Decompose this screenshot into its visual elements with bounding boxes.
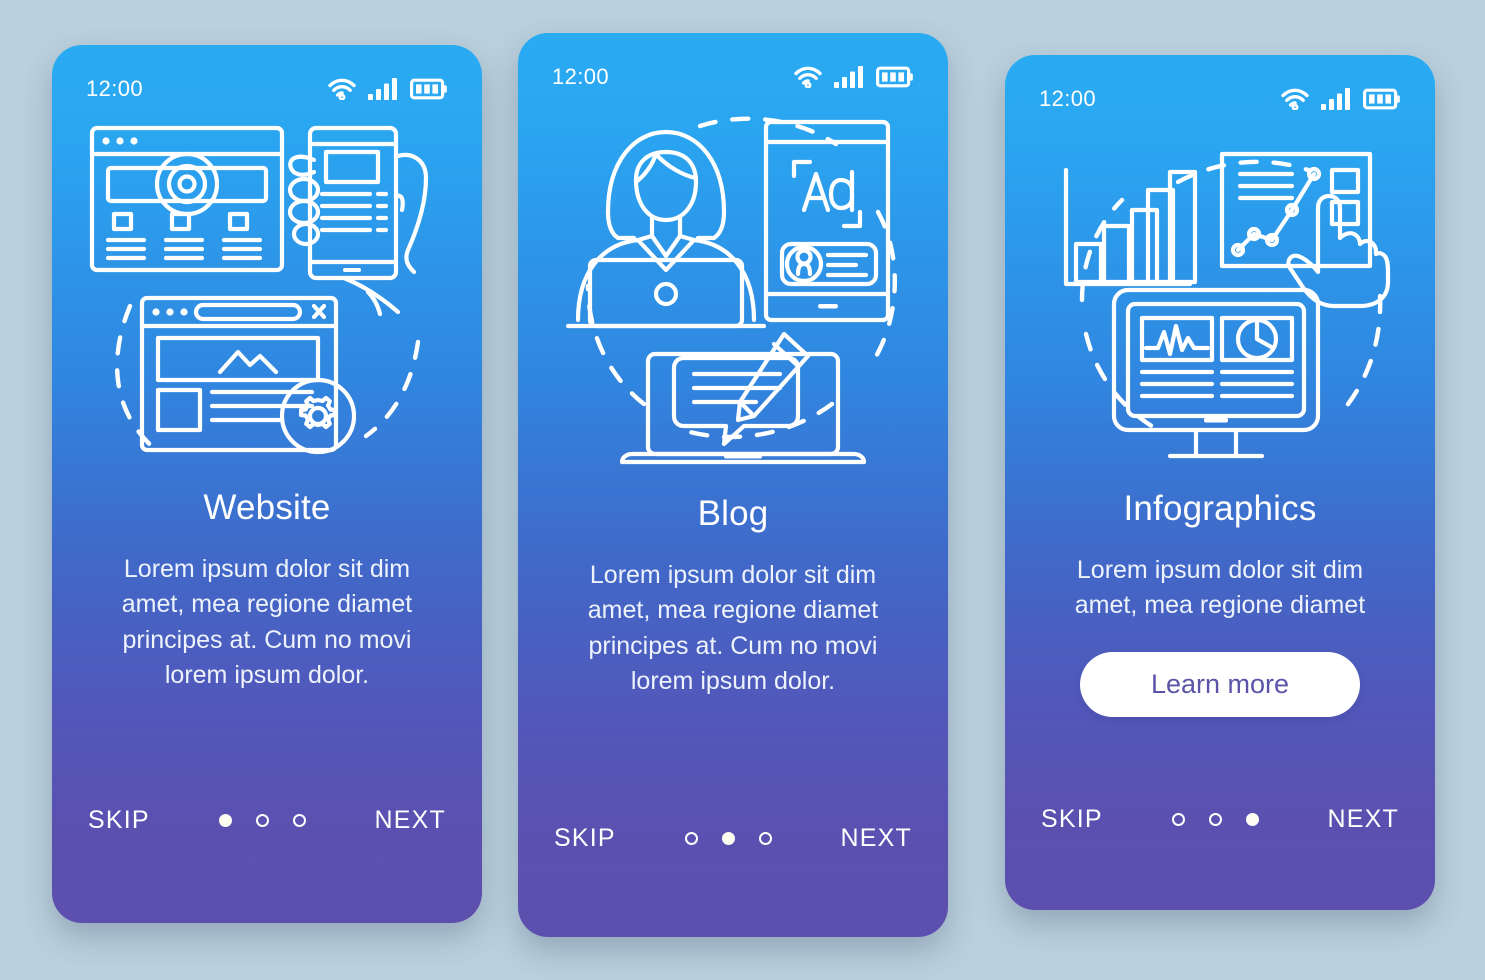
status-bar-icons [328,78,448,100]
status-bar-time: 12:00 [552,64,610,89]
pagination-dot-3[interactable] [758,832,772,845]
analytics-panel-icon [1219,151,1391,309]
pagination-dots [684,832,772,845]
onboarding-screen-infographics: 12:00 Infographics Lorem ipsum dolor sit… [1005,55,1435,910]
wifi-icon [328,78,356,100]
screen-content: Infographics Lorem ipsum dolor sit dim a… [1005,470,1435,799]
pagination-dot-2[interactable] [721,832,735,845]
status-bar-time: 12:00 [1039,86,1097,111]
cellular-signal-icon [1321,88,1350,110]
page-title: Website [203,488,331,527]
battery-icon [1363,88,1400,110]
skip-button[interactable]: SKIP [86,800,152,841]
bottom-navigation: SKIP NEXT [1005,799,1435,840]
status-bar: 12:00 [1005,55,1435,112]
pagination-dot-1[interactable] [684,832,698,845]
browser-window-bottom [139,295,357,455]
next-button[interactable]: NEXT [1326,799,1401,840]
website-illustration [52,102,482,466]
bottom-navigation: SKIP NEXT [52,800,482,841]
phone-in-hand [287,125,429,317]
page-title: Infographics [1123,489,1317,528]
screen-content: Website Lorem ipsum dolor sit dim amet, … [52,466,482,800]
pagination-dots [1171,813,1259,826]
pagination-dot-2[interactable] [255,814,269,827]
battery-icon [876,66,913,88]
pagination-dot-3[interactable] [292,814,306,827]
status-bar: 12:00 [52,45,482,102]
page-description: Lorem ipsum dolor sit dim amet, mea regi… [587,560,879,696]
pagination-dots [218,814,306,827]
bottom-navigation: SKIP NEXT [518,818,948,859]
phone-ad-icon [763,119,891,323]
status-bar-time: 12:00 [86,76,144,101]
status-bar: 12:00 [518,33,948,90]
wifi-icon [794,66,822,88]
laptop-writing-icon [619,331,867,465]
pagination-dot-2[interactable] [1208,813,1222,826]
next-button[interactable]: NEXT [373,800,448,841]
infographics-illustration [1005,112,1435,470]
battery-icon [410,78,447,100]
browser-window-top [89,125,285,273]
onboarding-screen-blog: 12:00 Blog Lorem ipsum dolor sit dim ame… [518,33,948,937]
onboarding-screen-website: 12:00 Website Lorem ipsum dolor sit dim … [52,45,482,923]
page-description: Lorem ipsum dolor sit dim amet, mea regi… [1074,555,1366,620]
cellular-signal-icon [368,78,397,100]
screen-content: Blog Lorem ipsum dolor sit dim amet, mea… [518,472,948,818]
blog-illustration [518,90,948,472]
page-title: Blog [697,494,769,533]
cellular-signal-icon [834,66,863,88]
skip-button[interactable]: SKIP [552,818,618,859]
monitor-dashboard-icon [1111,287,1321,459]
page-description: Lorem ipsum dolor sit dim amet, mea regi… [121,554,413,690]
pagination-dot-1[interactable] [1171,813,1185,826]
status-bar-icons [1281,88,1401,110]
wifi-icon [1281,88,1309,110]
onboarding-screens-container: 12:00 Website Lorem ipsum dolor sit dim … [0,0,1485,980]
woman-with-laptop-icon [565,129,767,329]
next-button[interactable]: NEXT [839,818,914,859]
status-bar-icons [794,66,914,88]
skip-button[interactable]: SKIP [1039,799,1105,840]
pagination-dot-1[interactable] [218,814,232,827]
pagination-dot-3[interactable] [1245,813,1259,826]
learn-more-button[interactable]: Learn more [1080,651,1360,717]
